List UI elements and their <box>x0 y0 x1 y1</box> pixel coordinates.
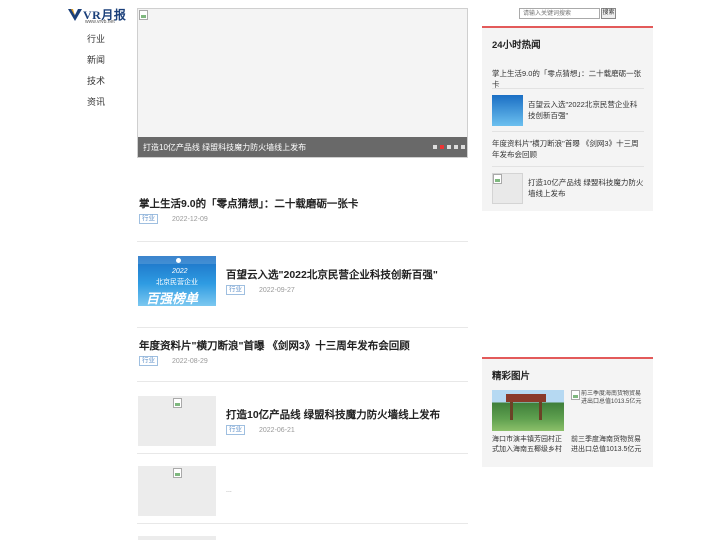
search-button[interactable]: 搜索 <box>601 8 616 19</box>
article-thumbnail[interactable] <box>138 536 216 540</box>
search-input[interactable] <box>519 8 600 19</box>
broken-image-icon <box>493 174 502 184</box>
hot-news-thumbnail[interactable] <box>492 173 523 204</box>
article-item: 掌上生活9.0的「零点猜想」：二十载磨砺一张卡 行业 2022-12-09 <box>137 186 468 242</box>
article-item: 年度资料片"横刀断浪"首曝 《剑网3》十三周年发布会回顾 行业 2022-08-… <box>137 328 468 382</box>
article-tag[interactable]: 行业 <box>139 214 158 224</box>
divider <box>137 523 468 524</box>
article-date: 2022-08-29 <box>172 357 208 365</box>
article-item: 2022 北京民营企业 百强榜单 百望云入选"2022北京民营企业科技创新百强"… <box>137 242 468 328</box>
hot-news-item[interactable]: 年度资料片"横刀断浪"首曝 《剑网3》十三周年发布会回顾 <box>492 138 644 160</box>
article-title[interactable]: 百望云入选"2022北京民营企业科技创新百强" <box>226 267 438 282</box>
picture-image[interactable] <box>492 390 564 431</box>
slider-dot[interactable] <box>454 145 458 149</box>
article-thumbnail[interactable] <box>138 466 216 516</box>
broken-image-icon <box>139 10 148 20</box>
picture-caption[interactable]: 海口市演丰镇芳园村正式加入海南五椰级乡村 <box>492 435 564 455</box>
article-date: 2022-12-09 <box>172 215 208 223</box>
hot-news-item[interactable]: 掌上生活9.0的「零点猜想」：二十载磨砺一张卡 <box>492 68 644 90</box>
slider-dot[interactable] <box>447 145 451 149</box>
article-meta: 行业 2022-12-09 <box>139 214 208 224</box>
slider-caption[interactable]: 打造10亿产品线 绿盟科技魔力防火墙线上发布 <box>143 142 306 153</box>
vr-logo-icon <box>68 9 82 21</box>
article-meta: 行业 2022-06-21 <box>226 425 295 435</box>
panel-title: 24小时热闻 <box>492 40 541 51</box>
pavilion-post <box>510 402 513 420</box>
divider <box>492 166 644 167</box>
article-date: 2022-09-27 <box>259 286 295 294</box>
article-thumbnail[interactable] <box>138 396 216 446</box>
picture-caption[interactable]: 前三季度海南货物贸易进出口总值1013.5亿元 <box>571 435 643 455</box>
article-tag[interactable]: 行业 <box>139 356 158 366</box>
pavilion-post <box>539 402 542 420</box>
featured-slider[interactable]: 打造10亿产品线 绿盟科技魔力防火墙线上发布 <box>137 8 468 158</box>
pavilion-roof <box>506 394 546 402</box>
article-title[interactable]: 打造10亿产品线 绿盟科技魔力防火墙线上发布 <box>226 407 440 422</box>
article-tag[interactable]: 行业 <box>226 425 245 435</box>
main-nav: 行业 新闻 技术 资讯 <box>87 34 105 118</box>
panel-title: 精彩图片 <box>492 371 531 382</box>
picture-image[interactable]: 前三季度海南货物贸易进出口总值1013.5亿元 <box>571 390 643 431</box>
nav-item-industry[interactable]: 行业 <box>87 34 105 55</box>
article-date: ... <box>226 487 232 494</box>
slider-dots <box>433 145 465 149</box>
nav-item-tech[interactable]: 技术 <box>87 76 105 97</box>
brand-url: www.vrvb.net <box>85 19 115 25</box>
article-title[interactable]: 掌上生活9.0的「零点猜想」：二十载磨砺一张卡 <box>139 196 358 211</box>
hot-news-item[interactable]: 百望云入选"2022北京民营企业科技创新百强" <box>528 99 644 121</box>
article-meta: ... <box>226 487 232 494</box>
thumbnail-headline: 百强榜单 <box>146 291 199 306</box>
article-item: 打造10亿产品线 绿盟科技魔力防火墙线上发布 行业 2022-06-21 <box>137 382 468 454</box>
hot-news-panel: 24小时热闻 掌上生活9.0的「零点猜想」：二十载磨砺一张卡 百望云入选"202… <box>482 26 653 211</box>
thumbnail-line: 北京民营企业 <box>156 279 198 286</box>
hot-news-item[interactable]: 打造10亿产品线 绿盟科技魔力防火墙线上发布 <box>528 177 644 199</box>
article-item: ... <box>137 454 468 524</box>
slider-caption-bar: 打造10亿产品线 绿盟科技魔力防火墙线上发布 <box>138 137 467 157</box>
article-tag[interactable]: 行业 <box>226 285 245 295</box>
site-logo[interactable]: VR月报 www.vrvb.net <box>68 6 138 25</box>
article-title[interactable]: 年度资料片"横刀断浪"首曝 《剑网3》十三周年发布会回顾 <box>139 338 410 353</box>
hot-news-thumbnail[interactable] <box>492 95 523 126</box>
broken-image-icon <box>173 398 182 408</box>
divider <box>492 131 644 132</box>
article-thumbnail[interactable]: 2022 北京民营企业 百强榜单 <box>138 256 216 306</box>
slider-dot-active[interactable] <box>440 145 444 149</box>
divider <box>492 88 644 89</box>
article-meta: 行业 2022-08-29 <box>139 356 208 366</box>
article-date: 2022-06-21 <box>259 426 295 434</box>
pictures-panel: 精彩图片 海口市演丰镇芳园村正式加入海南五椰级乡村 前三季度海南货物贸易进出口总… <box>482 357 653 467</box>
slider-dot[interactable] <box>461 145 465 149</box>
nav-item-news[interactable]: 新闻 <box>87 55 105 76</box>
nav-item-info[interactable]: 资讯 <box>87 97 105 118</box>
picture-alt-text: 前三季度海南货物贸易进出口总值1013.5亿元 <box>581 391 642 405</box>
thumbnail-year: 2022 <box>172 268 188 275</box>
slider-dot[interactable] <box>433 145 437 149</box>
thumbnail-logo <box>176 258 181 263</box>
broken-image-icon <box>173 468 182 478</box>
article-meta: 行业 2022-09-27 <box>226 285 295 295</box>
